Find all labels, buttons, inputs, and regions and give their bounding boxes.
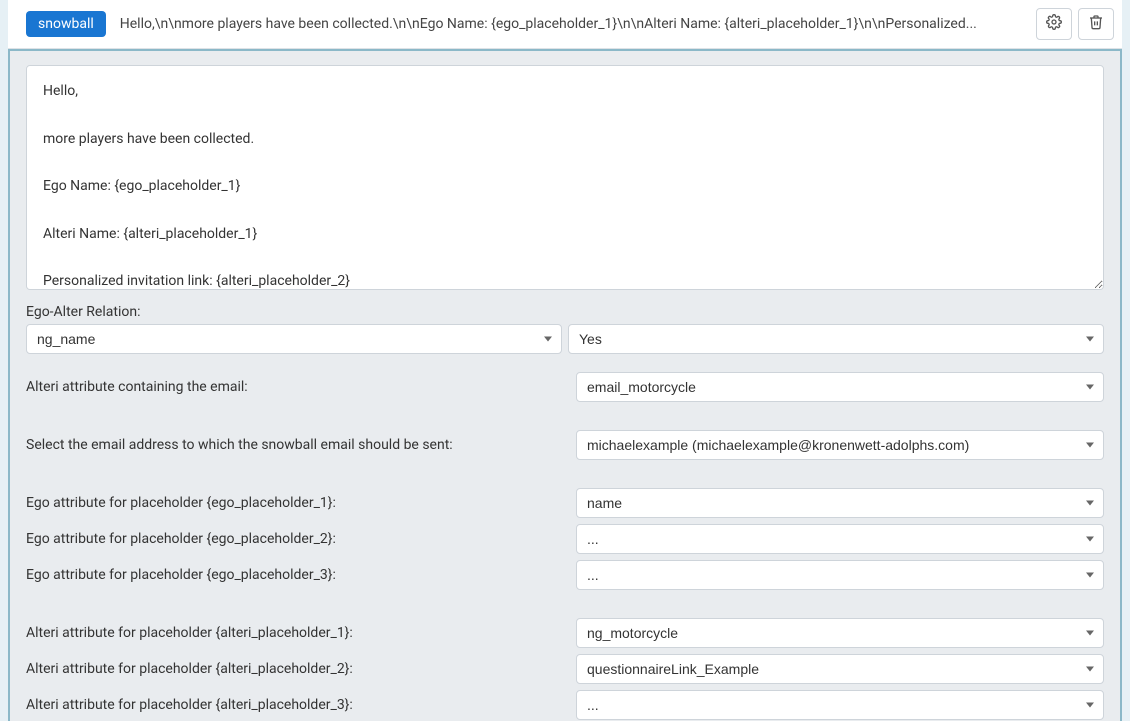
ego-ph1-select[interactable]: name [576,488,1104,518]
alt-ph1-wrap: ng_motorcycle [576,618,1104,648]
ego-ph2-wrap: ... [576,524,1104,554]
header-summary: Hello,\n\nmore players have been collect… [112,16,1030,32]
ego-alter-relation-left-select[interactable]: ng_name [26,324,562,354]
ego-ph3-wrap: ... [576,560,1104,590]
ego-alter-relation-label: Ego-Alter Relation: [26,304,1104,320]
email-body-textarea[interactable] [26,65,1104,290]
app-stage: snowball Hello,\n\nmore players have bee… [0,0,1130,721]
send-to-address-label: Select the email address to which the sn… [26,433,566,457]
config-panel: Ego-Alter Relation: ng_name Yes Al [8,49,1122,721]
delete-button[interactable] [1078,8,1114,40]
alteri-email-attr-select[interactable]: email_motorcycle [576,372,1104,402]
alt-ph2-select[interactable]: questionnaireLink_Example [576,654,1104,684]
alt-ph1-select[interactable]: ng_motorcycle [576,618,1104,648]
ego-alter-relation-left-wrap: ng_name [26,324,562,354]
module-chip: snowball [26,11,106,37]
alt-ph3-select[interactable]: ... [576,690,1104,720]
form-grid: Alteri attribute containing the email: e… [26,372,1104,720]
spacer [26,466,1104,482]
ego-ph2-select[interactable]: ... [576,524,1104,554]
trash-icon [1088,14,1104,34]
alt-ph2-wrap: questionnaireLink_Example [576,654,1104,684]
alt-ph3-wrap: ... [576,690,1104,720]
alt-ph2-label: Alteri attribute for placeholder {alteri… [26,657,566,681]
spacer [26,596,1104,612]
send-to-address-wrap: michaelexample (michaelexample@kronenwet… [576,430,1104,460]
header-bar: snowball Hello,\n\nmore players have bee… [8,0,1122,49]
alteri-email-attr-wrap: email_motorcycle [576,372,1104,402]
ego-ph2-label: Ego attribute for placeholder {ego_place… [26,527,566,551]
spacer [26,408,1104,424]
alt-ph1-label: Alteri attribute for placeholder {alteri… [26,621,566,645]
ego-alter-relation-right-wrap: Yes [568,324,1104,354]
send-to-address-select[interactable]: michaelexample (michaelexample@kronenwet… [576,430,1104,460]
alt-ph3-label: Alteri attribute for placeholder {alteri… [26,693,566,717]
ego-alter-relation-block: Ego-Alter Relation: ng_name Yes [26,304,1104,354]
gear-icon [1046,14,1062,34]
ego-ph1-wrap: name [576,488,1104,518]
config-panel-inner: Ego-Alter Relation: ng_name Yes Al [10,51,1120,721]
ego-ph1-label: Ego attribute for placeholder {ego_place… [26,491,566,515]
ego-ph3-label: Ego attribute for placeholder {ego_place… [26,563,566,587]
ego-ph3-select[interactable]: ... [576,560,1104,590]
ego-alter-relation-right-select[interactable]: Yes [568,324,1104,354]
settings-button[interactable] [1036,8,1072,40]
alteri-email-attr-label: Alteri attribute containing the email: [26,375,566,399]
